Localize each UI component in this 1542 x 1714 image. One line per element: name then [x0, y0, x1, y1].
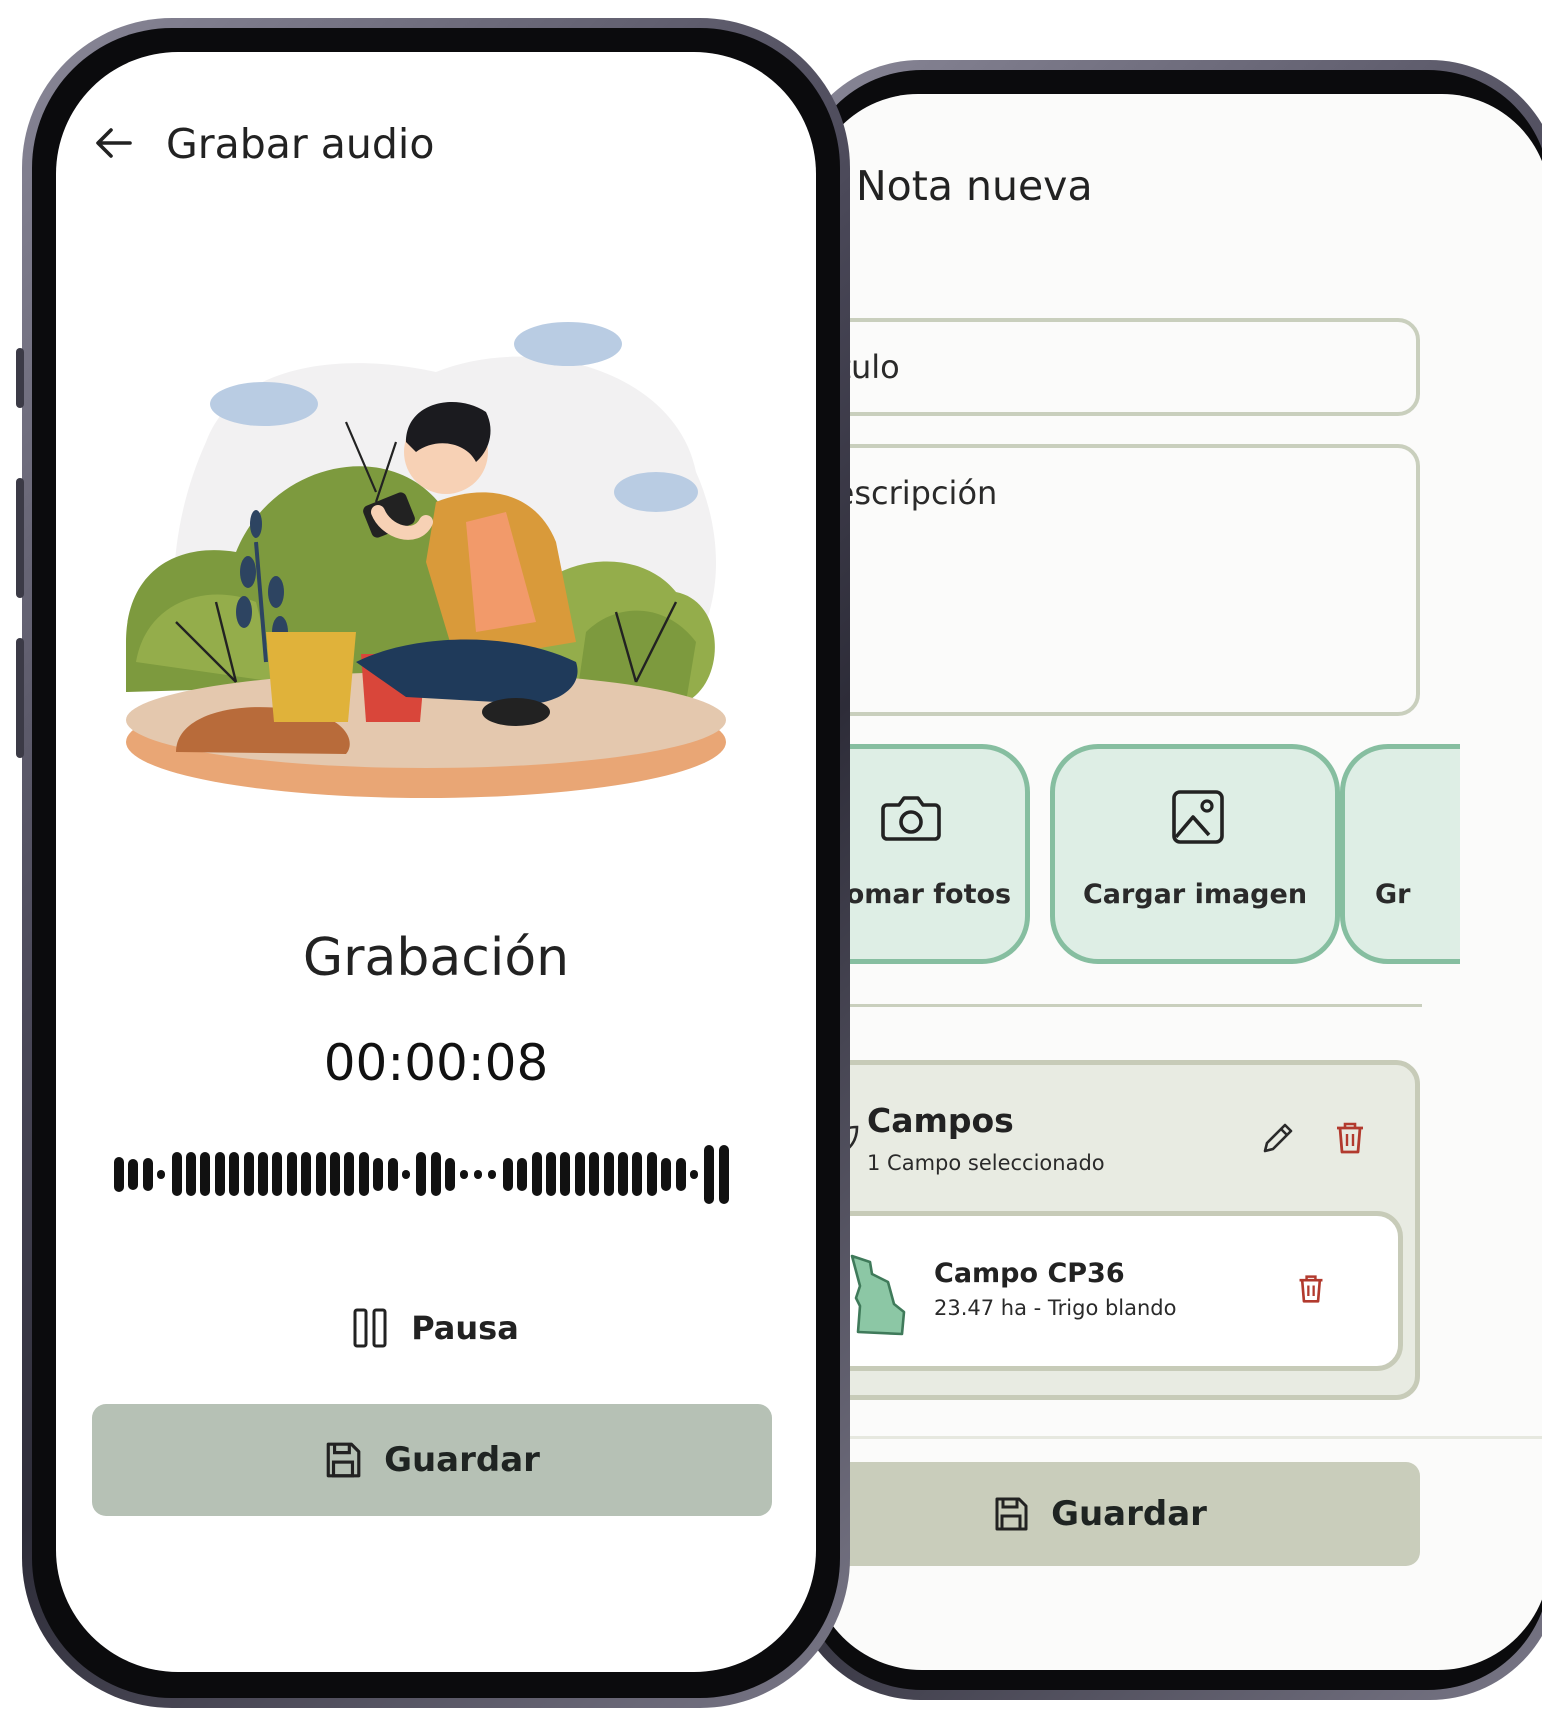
pause-button[interactable]: Pausa: [56, 1308, 816, 1348]
note-save-label: Guardar: [1051, 1494, 1207, 1534]
divider: [810, 1004, 1422, 1007]
waveform-bar: [402, 1169, 410, 1179]
waveform-bar: [373, 1157, 384, 1191]
waveform-bar: [646, 1152, 657, 1196]
waveform-bar: [114, 1156, 124, 1192]
waveform-bar: [603, 1152, 614, 1196]
waveform-bar: [286, 1152, 297, 1196]
waveform-bar: [142, 1157, 153, 1191]
save-icon: [995, 1497, 1028, 1531]
waveform-bar: [315, 1152, 326, 1196]
audio-screen: Grabar audio Grabación 00:00:08 Pausa Gu…: [56, 52, 816, 1672]
load-image-button[interactable]: Cargar imagen: [1050, 744, 1340, 964]
audio-waveform: [114, 1142, 734, 1206]
volume-down-button: [16, 638, 24, 758]
waveform-bar: [718, 1144, 729, 1204]
title-field[interactable]: Título: [810, 318, 1420, 416]
waveform-bar: [445, 1157, 456, 1191]
waveform-bar: [200, 1152, 211, 1196]
image-icon: [1172, 790, 1224, 844]
load-image-label: Cargar imagen: [1082, 879, 1308, 910]
third-action-button[interactable]: Gr: [1340, 744, 1460, 964]
fields-title: Campos: [867, 1101, 1014, 1140]
waveform-bar: [690, 1169, 698, 1179]
waveform-bar: [517, 1157, 528, 1191]
edit-pencil-icon[interactable]: [1259, 1119, 1297, 1157]
gardener-illustration: [126, 322, 726, 798]
field-item-name: Campo CP36: [934, 1258, 1125, 1289]
waveform-bar: [157, 1169, 166, 1179]
delete-field-icon[interactable]: [1296, 1272, 1326, 1306]
page-title: Nota nueva: [856, 162, 1093, 210]
waveform-bar: [546, 1152, 556, 1196]
waveform-bar: [474, 1169, 482, 1179]
waveform-bar: [243, 1152, 254, 1196]
waveform-bar: [618, 1152, 628, 1196]
waveform-bar: [330, 1152, 340, 1196]
save-button[interactable]: Guardar: [92, 1404, 772, 1516]
waveform-bar: [171, 1152, 182, 1196]
pause-icon: [353, 1308, 387, 1348]
waveform-bar: [704, 1144, 715, 1204]
field-item-card[interactable]: Campo CP36 23.47 ha - Trigo blando: [813, 1211, 1403, 1371]
waveform-bar: [301, 1152, 312, 1196]
waveform-bar: [186, 1152, 196, 1196]
save-icon: [326, 1442, 361, 1478]
waveform-bar: [488, 1169, 497, 1179]
waveform-bar: [574, 1152, 585, 1196]
waveform-bar: [128, 1158, 139, 1190]
waveform-bar: [430, 1152, 441, 1196]
field-shape-icon: [850, 1254, 906, 1336]
fields-subtitle: 1 Campo seleccionado: [867, 1151, 1105, 1175]
waveform-bar: [416, 1152, 427, 1196]
back-arrow-icon[interactable]: [94, 126, 134, 160]
action-button: [16, 348, 24, 408]
waveform-bar: [661, 1157, 672, 1191]
delete-trash-icon[interactable]: [1333, 1119, 1367, 1157]
page-title: Grabar audio: [166, 120, 435, 168]
third-action-label: Gr: [1375, 879, 1411, 910]
waveform-bar: [531, 1152, 542, 1196]
phone-right: Nota nueva Título Descripción Tomar foto…: [784, 60, 1542, 1700]
waveform-bar: [229, 1152, 240, 1196]
waveform-bar: [258, 1152, 268, 1196]
recording-timer: 00:00:08: [323, 1034, 549, 1092]
waveform-bar: [502, 1157, 513, 1191]
camera-icon: [881, 796, 941, 841]
fields-panel: Campos 1 Campo seleccionado Campo CP36 2…: [810, 1060, 1420, 1400]
waveform-bar: [632, 1152, 643, 1196]
phone-left: Grabar audio Grabación 00:00:08 Pausa Gu…: [16, 18, 850, 1708]
bottom-divider: [810, 1436, 1542, 1439]
waveform-bar: [675, 1157, 686, 1191]
save-label: Guardar: [384, 1440, 540, 1480]
description-field[interactable]: Descripción: [810, 444, 1420, 716]
note-save-button[interactable]: Guardar: [810, 1462, 1420, 1566]
waveform-bar: [272, 1152, 283, 1196]
waveform-bar: [344, 1152, 355, 1196]
waveform-bar: [560, 1152, 571, 1196]
waveform-bar: [589, 1152, 600, 1196]
waveform-bar: [214, 1152, 225, 1196]
field-item-details: 23.47 ha - Trigo blando: [934, 1296, 1177, 1320]
recording-label: Grabación: [302, 928, 570, 988]
waveform-bar: [387, 1157, 398, 1191]
note-screen: Nota nueva Título Descripción Tomar foto…: [810, 94, 1542, 1670]
waveform-bar: [358, 1152, 369, 1196]
waveform-bar: [459, 1169, 468, 1179]
pause-label: Pausa: [411, 1309, 519, 1347]
volume-up-button: [16, 478, 24, 598]
